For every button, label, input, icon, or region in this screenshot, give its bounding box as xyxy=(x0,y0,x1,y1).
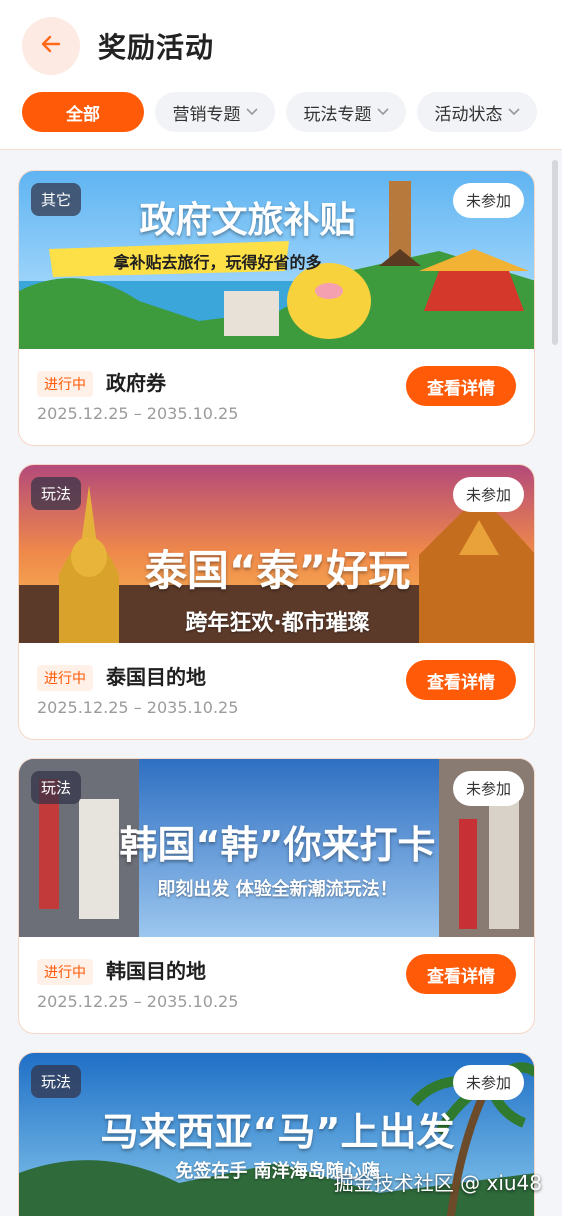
banner-title: 泰国“泰”好玩 xyxy=(144,546,411,595)
filter-label: 玩法专题 xyxy=(303,104,372,125)
chevron-down-icon xyxy=(245,108,258,116)
filter-gameplay-topic[interactable]: 玩法专题 xyxy=(286,92,406,132)
chevron-down-icon xyxy=(507,108,520,116)
join-status-badge: 未参加 xyxy=(452,477,524,512)
card-info: 进行中 韩国目的地 2025.12.25 – 2035.10.25 查看详情 xyxy=(19,937,534,1033)
type-tag: 玩法 xyxy=(31,477,82,510)
banner-image: 韩国“韩”你来打卡 即刻出发 体验全新潮流玩法！ 玩法 未参加 xyxy=(19,759,534,937)
watermark: 掘金技术社区 @ xiu48 xyxy=(333,1171,542,1195)
join-status-badge: 未参加 xyxy=(452,771,524,806)
card-name: 政府券 xyxy=(106,371,166,395)
date-range: 2025.12.25 – 2035.10.25 xyxy=(37,992,239,1011)
status-badge: 进行中 xyxy=(37,665,93,691)
filter-marketing-topic[interactable]: 营销专题 xyxy=(155,92,275,132)
status-badge: 进行中 xyxy=(37,371,93,397)
join-status-badge: 未参加 xyxy=(452,1065,524,1100)
card-info: 进行中 政府券 2025.12.25 – 2035.10.25 查看详情 xyxy=(19,349,534,445)
banner-title: 马来西亚“马”上出发 xyxy=(100,1110,455,1154)
card-name: 韩国目的地 xyxy=(106,959,206,983)
status-badge: 进行中 xyxy=(37,959,93,985)
filter-label: 营销专题 xyxy=(172,104,241,125)
banner-image: 政府文旅补贴 拿补贴去旅行，玩得好省的多 其它 未参加 xyxy=(19,171,534,349)
banner-subtitle: 跨年狂欢·都市璀璨 xyxy=(185,611,370,636)
banner-image: 泰国“泰”好玩 跨年狂欢·都市璀璨 玩法 未参加 xyxy=(19,465,534,643)
banner-subtitle: 即刻出发 体验全新潮流玩法！ xyxy=(157,879,398,900)
activity-card[interactable]: 韩国“韩”你来打卡 即刻出发 体验全新潮流玩法！ 玩法 未参加 进行中 韩国目的… xyxy=(18,758,535,1034)
page-title: 奖励活动 xyxy=(98,31,215,64)
card-info: 进行中 泰国目的地 2025.12.25 – 2035.10.25 查看详情 xyxy=(19,643,534,739)
scrollbar[interactable] xyxy=(552,160,558,345)
arrow-left-icon xyxy=(39,32,63,60)
filter-activity-status[interactable]: 活动状态 xyxy=(417,92,537,132)
banner-subtitle: 拿补贴去旅行，玩得好省的多 xyxy=(113,253,322,272)
header: 奖励活动 全部 营销专题 玩法专题 活动状态 xyxy=(0,0,562,150)
date-range: 2025.12.25 – 2035.10.25 xyxy=(37,698,239,717)
type-tag: 玩法 xyxy=(31,771,82,804)
filter-all[interactable]: 全部 xyxy=(22,92,144,132)
type-tag: 玩法 xyxy=(31,1065,82,1098)
chevron-down-icon xyxy=(376,108,389,116)
view-details-button[interactable]: 查看详情 xyxy=(406,954,516,994)
banner-title: 韩国“韩”你来打卡 xyxy=(119,823,436,867)
activity-card[interactable]: 政府文旅补贴 拿补贴去旅行，玩得好省的多 其它 未参加 进行中 政府券 2025… xyxy=(18,170,535,446)
view-details-button[interactable]: 查看详情 xyxy=(406,366,516,406)
activity-card[interactable]: 泰国“泰”好玩 跨年狂欢·都市璀璨 玩法 未参加 进行中 泰国目的地 2025.… xyxy=(18,464,535,740)
filter-label: 活动状态 xyxy=(434,104,503,125)
filter-bar: 全部 营销专题 玩法专题 活动状态 xyxy=(22,92,537,132)
filter-label: 全部 xyxy=(66,104,100,125)
back-button[interactable] xyxy=(22,17,80,75)
type-tag: 其它 xyxy=(31,183,82,216)
date-range: 2025.12.25 – 2035.10.25 xyxy=(37,404,239,423)
join-status-badge: 未参加 xyxy=(452,183,524,218)
view-details-button[interactable]: 查看详情 xyxy=(406,660,516,700)
card-name: 泰国目的地 xyxy=(106,665,206,689)
